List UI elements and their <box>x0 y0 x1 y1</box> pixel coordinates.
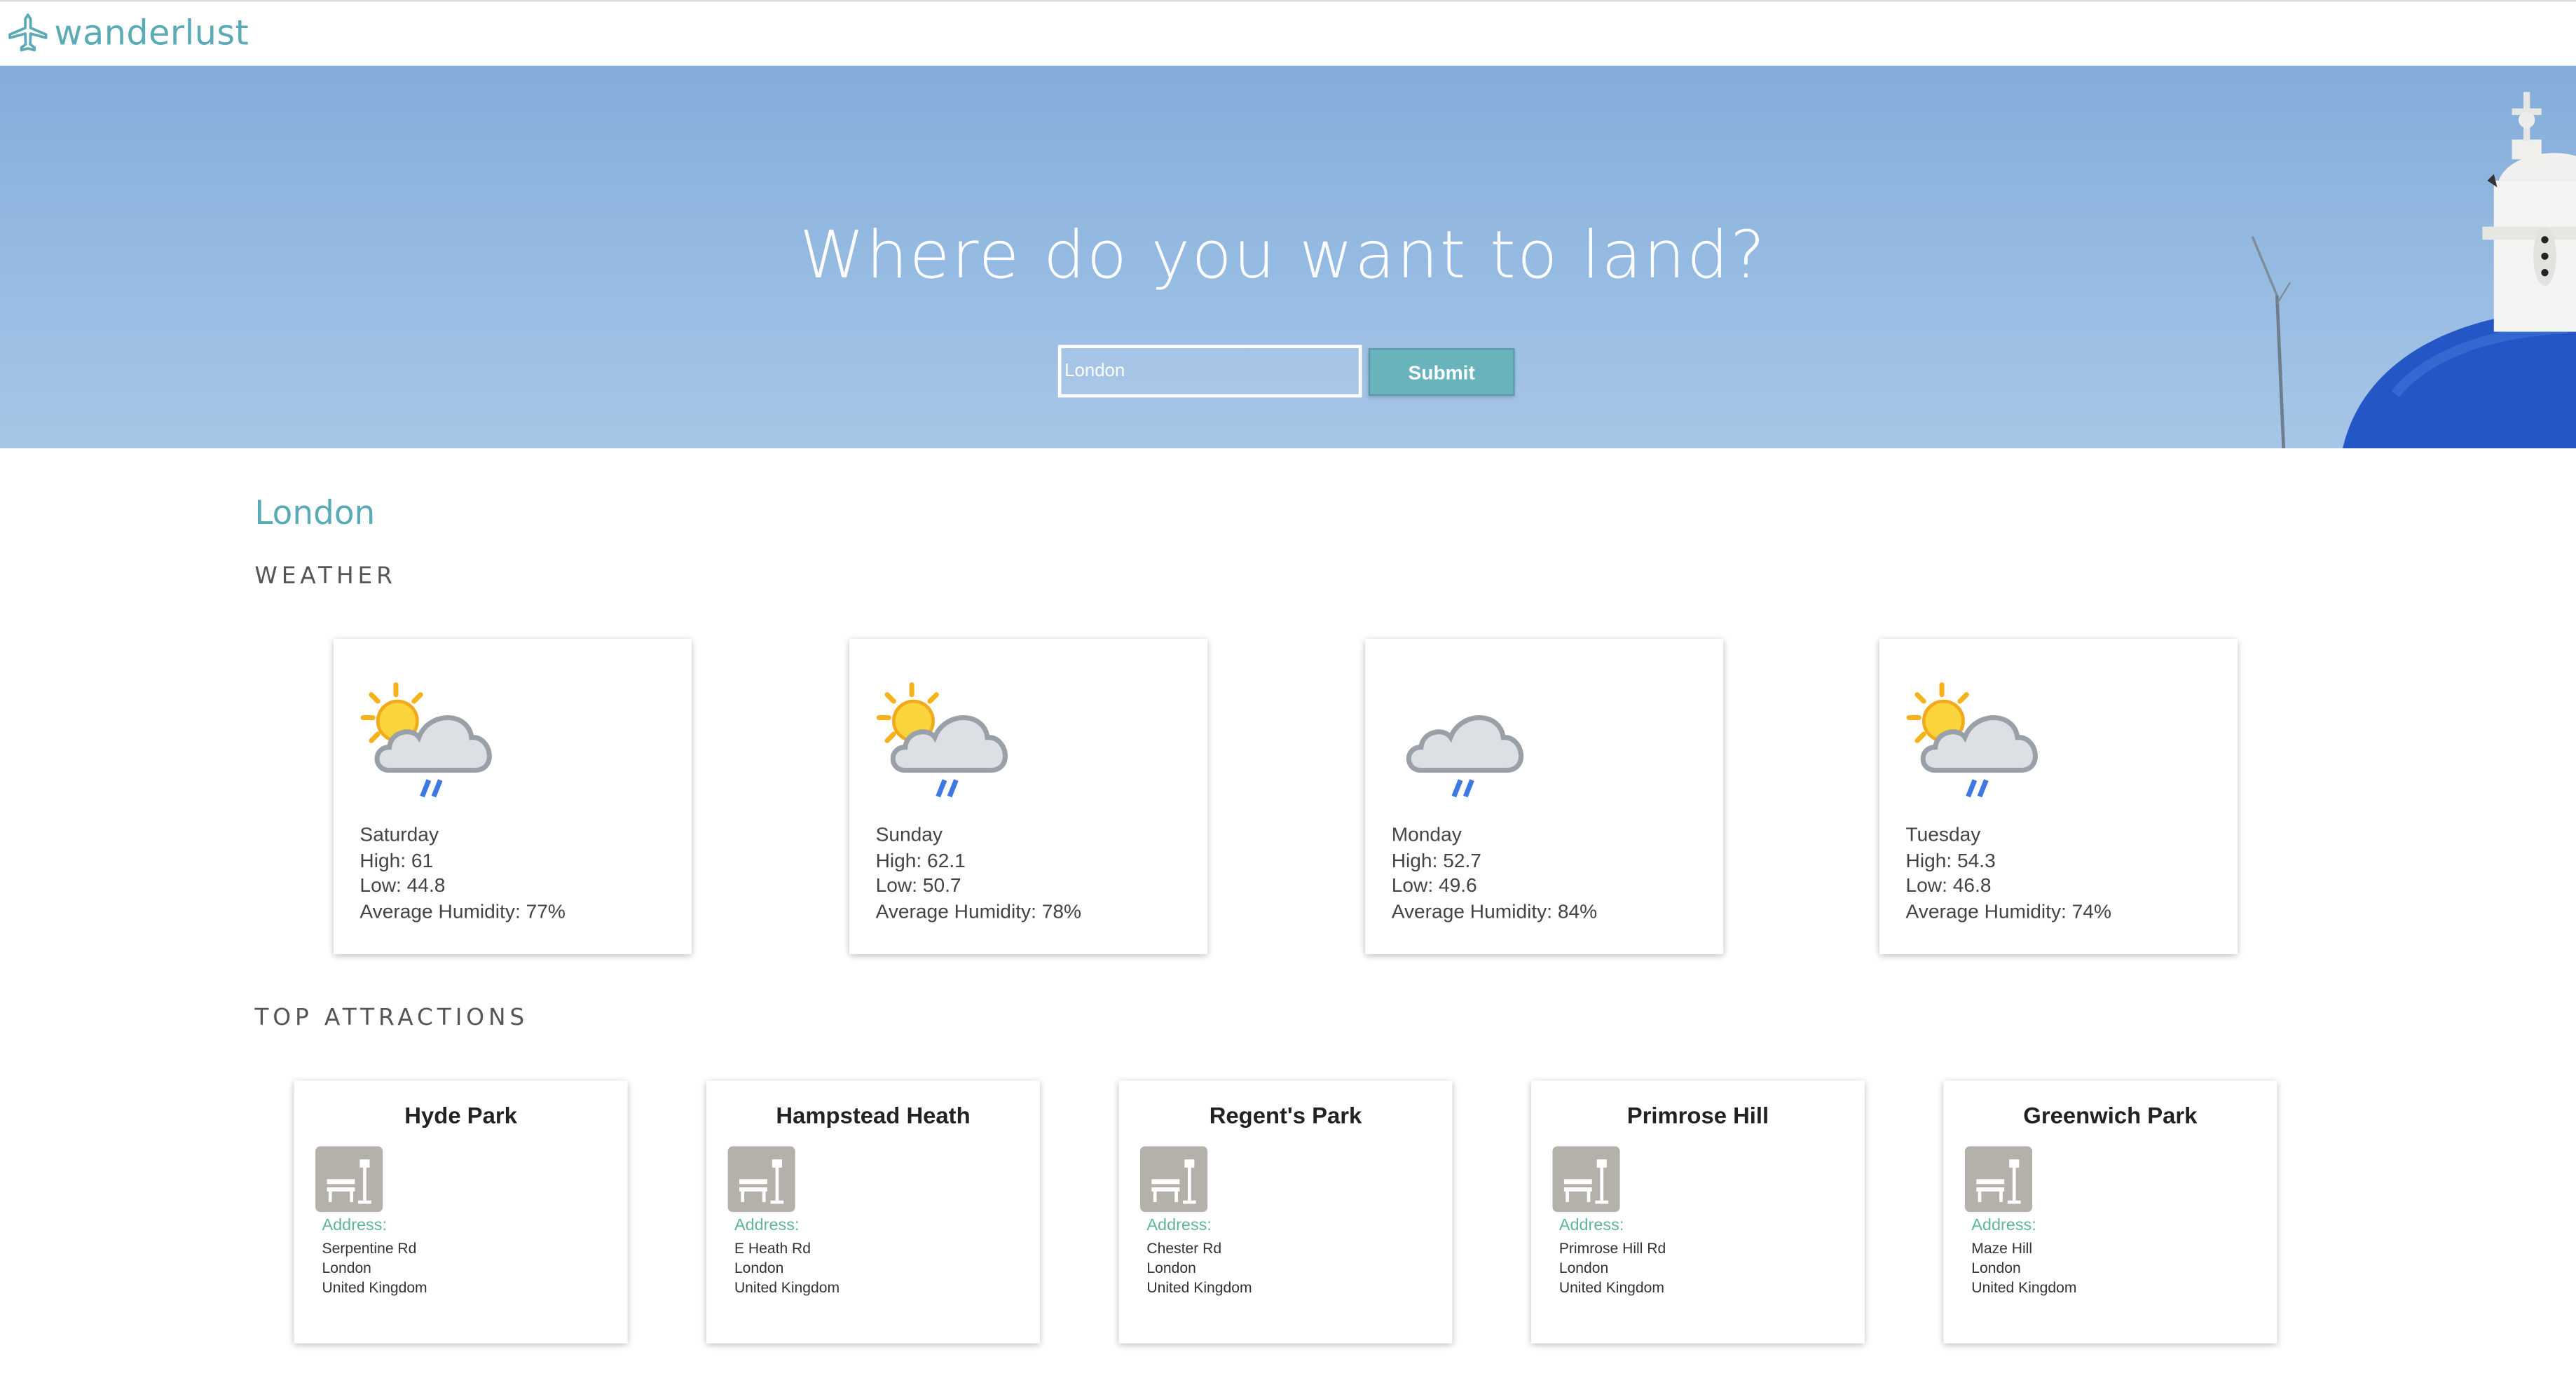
address-line: Primrose Hill Rd <box>1558 1240 1666 1257</box>
weather-humidity: Average Humidity: 77% <box>359 899 566 923</box>
attraction-card[interactable]: Greenwich Park Address: Maze Hill London… <box>1943 1080 2277 1344</box>
address-label: Address: <box>1146 1217 1212 1235</box>
weather-card: Sunday High: 62.1 Low: 50.7 Average Humi… <box>849 638 1208 955</box>
city-title: London <box>254 492 376 532</box>
address-label: Address: <box>322 1217 388 1235</box>
weather-low: Low: 46.8 <box>1905 874 1992 897</box>
weather-high: High: 62.1 <box>875 848 966 871</box>
weather-low: Low: 44.8 <box>359 874 446 897</box>
sun-cloud-rain-icon <box>876 682 1008 798</box>
park-bench-icon <box>1964 1146 2033 1213</box>
address-line: London <box>1558 1260 1609 1276</box>
weather-day: Monday <box>1391 822 1462 846</box>
address-label: Address: <box>1558 1217 1624 1235</box>
address-line: E Heath Rd <box>734 1240 811 1257</box>
brand-link[interactable]: wanderlust <box>6 11 249 54</box>
address-text: Serpentine Rd London United Kingdom <box>322 1239 427 1297</box>
park-bench-icon <box>315 1146 383 1213</box>
hero-title: Where do you want to land? <box>799 218 1767 294</box>
address-line: United Kingdom <box>1146 1279 1252 1296</box>
attraction-name: Primrose Hill <box>1626 1102 1769 1129</box>
hero-banner: Where do you want to land? Submit <box>0 65 2576 449</box>
address-line: London <box>1146 1260 1196 1276</box>
weather-card: Saturday High: 61 Low: 44.8 Average Humi… <box>333 638 692 955</box>
weather-day: Tuesday <box>1905 822 1981 846</box>
attraction-name: Greenwich Park <box>2023 1102 2198 1129</box>
address-line: Chester Rd <box>1146 1240 1222 1257</box>
attraction-name: Regent's Park <box>1209 1102 1362 1129</box>
weather-card: Tuesday High: 54.3 Low: 46.8 Average Hum… <box>1879 638 2238 955</box>
navbar: wanderlust <box>0 0 2576 66</box>
cloud-rain-icon <box>1406 715 1524 798</box>
park-bench-icon <box>1552 1146 1620 1213</box>
sun-cloud-rain-icon <box>1906 682 2038 798</box>
weather-low: Low: 50.7 <box>875 874 961 897</box>
weather-card: Monday High: 52.7 Low: 49.6 Average Humi… <box>1365 638 1724 955</box>
airplane-icon <box>8 13 48 52</box>
weather-high: High: 61 <box>359 848 434 871</box>
weather-low: Low: 49.6 <box>1391 874 1477 897</box>
address-text: Chester Rd London United Kingdom <box>1146 1239 1252 1297</box>
address-line: Serpentine Rd <box>322 1240 417 1257</box>
weather-heading: WEATHER <box>254 563 397 590</box>
address-line: United Kingdom <box>1971 1279 2077 1296</box>
attraction-name: Hampstead Heath <box>776 1102 971 1129</box>
address-text: Maze Hill London United Kingdom <box>1971 1239 2076 1297</box>
address-text: Primrose Hill Rd London United Kingdom <box>1559 1239 1666 1297</box>
address-line: London <box>322 1260 371 1276</box>
submit-button[interactable]: Submit <box>1368 348 1515 396</box>
address-text: E Heath Rd London United Kingdom <box>734 1239 840 1297</box>
weather-high: High: 52.7 <box>1391 848 1481 871</box>
attractions-heading: TOP ATTRACTIONS <box>254 1005 529 1032</box>
address-label: Address: <box>1971 1217 2036 1235</box>
address-label: Address: <box>734 1217 800 1235</box>
attraction-name: Hyde Park <box>404 1102 517 1129</box>
weather-humidity: Average Humidity: 78% <box>875 899 1082 923</box>
weather-day: Saturday <box>359 822 439 846</box>
address-line: Maze Hill <box>1971 1240 2033 1257</box>
address-line: London <box>734 1260 784 1276</box>
park-bench-icon <box>1140 1146 1208 1213</box>
weather-details: Sunday High: 62.1 Low: 50.7 Average Humi… <box>876 823 1081 925</box>
destination-search-input[interactable] <box>1057 345 1362 398</box>
address-line: United Kingdom <box>734 1279 840 1296</box>
weather-humidity: Average Humidity: 84% <box>1391 899 1598 923</box>
weather-details: Monday High: 52.7 Low: 49.6 Average Humi… <box>1392 823 1597 925</box>
address-line: United Kingdom <box>322 1279 427 1296</box>
brand-name: wanderlust <box>54 13 249 53</box>
attraction-card[interactable]: Primrose Hill Address: Primrose Hill Rd … <box>1530 1080 1865 1344</box>
attraction-card[interactable]: Regent's Park Address: Chester Rd London… <box>1118 1080 1453 1344</box>
address-line: United Kingdom <box>1558 1279 1664 1296</box>
weather-details: Saturday High: 61 Low: 44.8 Average Humi… <box>359 823 565 925</box>
address-line: London <box>1971 1260 2021 1276</box>
park-bench-icon <box>727 1146 795 1213</box>
sun-cloud-rain-icon <box>360 682 492 798</box>
weather-details: Tuesday High: 54.3 Low: 46.8 Average Hum… <box>1906 823 2111 925</box>
attraction-card[interactable]: Hampstead Heath Address: E Heath Rd Lond… <box>706 1080 1041 1344</box>
weather-humidity: Average Humidity: 74% <box>1905 899 2111 923</box>
weather-high: High: 54.3 <box>1905 848 1996 871</box>
attraction-card[interactable]: Hyde Park Address: Serpentine Rd London … <box>294 1080 628 1344</box>
weather-day: Sunday <box>875 822 943 846</box>
